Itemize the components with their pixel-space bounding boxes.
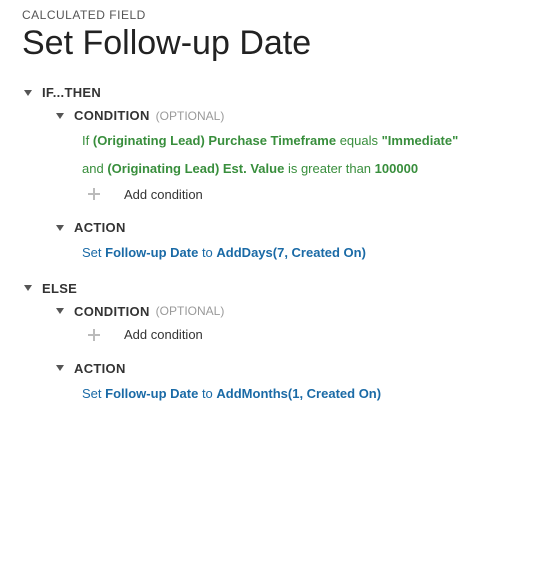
section-label-condition: CONDITION xyxy=(74,304,150,319)
action-target: Follow-up Date xyxy=(105,245,198,260)
if-then-block: IF...THEN CONDITION (OPTIONAL) If (Origi… xyxy=(22,85,525,263)
section-label-condition: CONDITION xyxy=(74,108,150,123)
if-action-header[interactable]: ACTION xyxy=(22,220,525,235)
else-condition-block: CONDITION (OPTIONAL) Add condition xyxy=(22,304,525,343)
action-prefix: Set xyxy=(82,245,102,260)
condition-row-1[interactable]: If (Originating Lead) Purchase Timeframe… xyxy=(22,131,525,151)
if-action-block: ACTION Set Follow-up Date to AddDays(7, … xyxy=(22,220,525,263)
section-label-else: ELSE xyxy=(42,281,77,296)
action-func: AddMonths(1, Created On) xyxy=(216,386,381,401)
if-condition-block: CONDITION (OPTIONAL) If (Originating Lea… xyxy=(22,108,525,202)
plus-icon xyxy=(86,327,102,343)
optional-label: (OPTIONAL) xyxy=(156,109,225,123)
else-action-block: ACTION Set Follow-up Date to AddMonths(1… xyxy=(22,361,525,404)
chevron-down-icon xyxy=(54,110,66,122)
cond-value: "Immediate" xyxy=(382,133,459,148)
chevron-down-icon xyxy=(54,362,66,374)
cond-op: is greater than xyxy=(288,161,371,176)
else-block: ELSE CONDITION (OPTIONAL) Add condition … xyxy=(22,281,525,404)
cond-op: equals xyxy=(340,133,378,148)
plus-icon xyxy=(86,186,102,202)
condition-row-2[interactable]: and (Originating Lead) Est. Value is gre… xyxy=(22,159,525,179)
cond-value: 100000 xyxy=(375,161,418,176)
optional-label: (OPTIONAL) xyxy=(156,304,225,318)
add-condition-label: Add condition xyxy=(124,327,203,342)
page-title: Set Follow-up Date xyxy=(22,24,525,63)
action-prefix: Set xyxy=(82,386,102,401)
add-condition-row[interactable]: Add condition xyxy=(22,186,525,202)
add-condition-label: Add condition xyxy=(124,187,203,202)
section-label-action: ACTION xyxy=(74,361,126,376)
action-mid: to xyxy=(202,245,213,260)
cond-prefix: If xyxy=(82,133,89,148)
add-condition-row[interactable]: Add condition xyxy=(22,327,525,343)
action-row[interactable]: Set Follow-up Date to AddMonths(1, Creat… xyxy=(22,384,525,404)
cond-field: (Originating Lead) Purchase Timeframe xyxy=(93,133,336,148)
if-condition-header[interactable]: CONDITION (OPTIONAL) xyxy=(22,108,525,123)
cond-prefix: and xyxy=(82,161,104,176)
chevron-down-icon xyxy=(22,282,34,294)
chevron-down-icon xyxy=(54,305,66,317)
section-label-if-then: IF...THEN xyxy=(42,85,101,100)
action-row[interactable]: Set Follow-up Date to AddDays(7, Created… xyxy=(22,243,525,263)
else-condition-header[interactable]: CONDITION (OPTIONAL) xyxy=(22,304,525,319)
else-header[interactable]: ELSE xyxy=(22,281,525,296)
if-then-header[interactable]: IF...THEN xyxy=(22,85,525,100)
action-mid: to xyxy=(202,386,213,401)
chevron-down-icon xyxy=(22,87,34,99)
action-func: AddDays(7, Created On) xyxy=(216,245,366,260)
meta-label: CALCULATED FIELD xyxy=(22,8,525,22)
section-label-action: ACTION xyxy=(74,220,126,235)
else-action-header[interactable]: ACTION xyxy=(22,361,525,376)
cond-field: (Originating Lead) Est. Value xyxy=(107,161,284,176)
action-target: Follow-up Date xyxy=(105,386,198,401)
chevron-down-icon xyxy=(54,222,66,234)
